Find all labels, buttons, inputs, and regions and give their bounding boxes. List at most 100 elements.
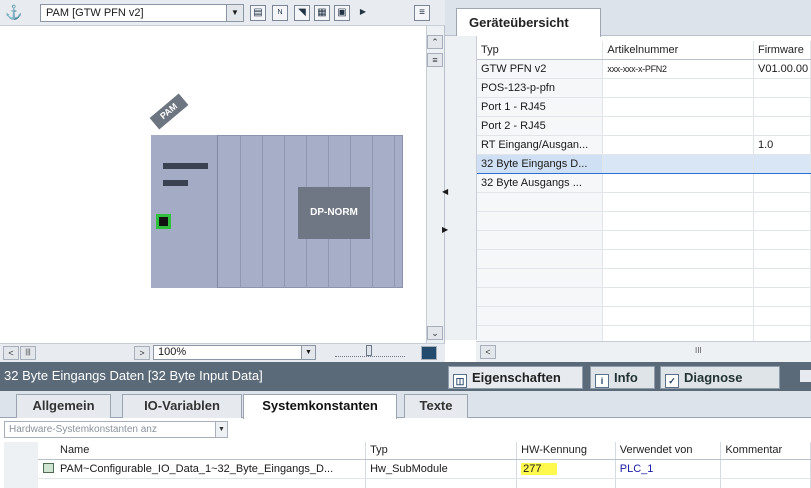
- device-view-vertical-scrollbar[interactable]: ⌃ ≡ ⌄: [426, 26, 444, 343]
- scroll-up-icon[interactable]: ⌃: [427, 35, 443, 49]
- table-row[interactable]: GTW PFN v2 xxx-xxx-x-PFN2 V01.00.00: [477, 59, 811, 79]
- scroll-right-icon[interactable]: >: [134, 346, 150, 360]
- cell-typ: [477, 249, 604, 269]
- table-row[interactable]: [477, 211, 811, 231]
- cell-artikelnummer: [602, 268, 754, 288]
- cell-name: PAM~Configurable_IO_Data_1~32_Byte_Einga…: [38, 459, 367, 479]
- cell-firmware: [753, 97, 811, 117]
- cell-typ: [477, 192, 604, 212]
- cell-verwendet-von[interactable]: PLC_1: [615, 459, 722, 479]
- column-header-kommentar[interactable]: Kommentar: [720, 442, 811, 460]
- cell-firmware: [753, 153, 811, 174]
- column-header-hw-kennung[interactable]: HW-Kennung: [516, 442, 616, 460]
- scrollbar-thumb-icon[interactable]: |||: [20, 346, 36, 360]
- cell-typ: [477, 268, 604, 288]
- network-icon[interactable]: ⚓: [5, 5, 22, 21]
- cell-typ: [477, 306, 604, 326]
- device-select[interactable]: PAM [GTW PFN v2] ▼: [40, 4, 244, 22]
- chevron-down-icon[interactable]: ▼: [301, 346, 315, 359]
- cell-typ: [477, 287, 604, 307]
- overview-toggle-icon[interactable]: ≡: [414, 5, 430, 21]
- subtab-systemkonstanten[interactable]: Systemkonstanten: [243, 394, 397, 419]
- table-row[interactable]: [477, 287, 811, 307]
- table-row[interactable]: [477, 306, 811, 326]
- cell-artikelnummer: [602, 287, 754, 307]
- panel-icon[interactable]: ▣: [334, 5, 350, 21]
- table-row[interactable]: PAM~Configurable_IO_Data_1~32_Byte_Einga…: [38, 459, 811, 479]
- slot-divider: [372, 135, 373, 288]
- tab-info[interactable]: i Info: [590, 366, 655, 389]
- table-row[interactable]: Port 1 - RJ45: [477, 97, 811, 117]
- scroll-down-icon[interactable]: ⌄: [427, 326, 443, 340]
- tab-eigenschaften[interactable]: ◫ Eigenschaften: [448, 366, 583, 389]
- systemconstants-row-gutter: [4, 442, 38, 488]
- table-row[interactable]: Port 2 - RJ45: [477, 116, 811, 136]
- column-header-typ[interactable]: Typ: [365, 442, 518, 460]
- more-arrow-icon[interactable]: ▶: [355, 5, 371, 21]
- cell-artikelnummer: [602, 173, 754, 193]
- chevron-down-icon[interactable]: ▼: [226, 5, 243, 21]
- column-header-verwendet-von[interactable]: Verwendet von: [615, 442, 722, 460]
- column-header-name[interactable]: Name: [38, 442, 367, 460]
- column-header-artikelnummer[interactable]: Artikelnummer: [602, 41, 754, 60]
- zoom-slider-thumb[interactable]: [366, 345, 372, 356]
- systemconstants-filter-select[interactable]: Hardware-Systemkonstanten anz ▼: [4, 421, 228, 438]
- cell-hw-kennung[interactable]: 277: [516, 459, 616, 479]
- slot-divider: [262, 135, 263, 288]
- subtab-io-variablen[interactable]: IO-Variablen: [122, 394, 242, 418]
- collapse-arrow-icon[interactable]: ◀: [442, 187, 448, 196]
- cell-artikelnummer: xxx-xxx-x-PFN2: [602, 59, 754, 79]
- subtab-texte[interactable]: Texte: [404, 394, 468, 418]
- zoom-select[interactable]: 100% ▼: [153, 345, 316, 360]
- cell-kommentar[interactable]: [720, 459, 811, 479]
- cell-artikelnummer: [602, 249, 754, 269]
- cell-artikelnummer: [602, 211, 754, 231]
- cell-name: [38, 478, 367, 488]
- plc-link[interactable]: PLC_1: [620, 463, 654, 475]
- dp-norm-module[interactable]: DP-NORM: [298, 187, 370, 239]
- inspector-title: 32 Byte Eingangs Daten [32 Byte Input Da…: [4, 368, 263, 383]
- overview-horizontal-scrollbar[interactable]: < III: [476, 341, 811, 362]
- column-header-firmware[interactable]: Firmware: [753, 41, 811, 60]
- cell-firmware: [753, 306, 811, 326]
- panel-options-icon[interactable]: [800, 370, 811, 382]
- filter-select-value: Hardware-Systemkonstanten anz: [9, 424, 157, 435]
- subtab-allgemein[interactable]: Allgemein: [16, 394, 111, 418]
- scrollbar-thumb[interactable]: III: [695, 346, 702, 355]
- table-row[interactable]: RT Eingang/Ausgan... 1.0: [477, 135, 811, 155]
- name-icon[interactable]: N: [272, 5, 288, 21]
- cell-kommentar: [720, 478, 811, 488]
- table-row[interactable]: [477, 268, 811, 288]
- zoom-region-icon[interactable]: ◥: [294, 5, 310, 21]
- device-overview-table: Typ Artikelnummer Firmware GTW PFN v2 xx…: [477, 41, 811, 345]
- table-row[interactable]: [477, 249, 811, 269]
- cell-typ: 32 Byte Ausgangs ...: [477, 173, 604, 193]
- table-row[interactable]: [38, 478, 811, 488]
- tab-device-overview[interactable]: Geräteübersicht: [456, 8, 601, 37]
- device-head-module[interactable]: [151, 135, 218, 288]
- cell-typ: GTW PFN v2: [477, 59, 604, 79]
- table-row[interactable]: 32 Byte Ausgangs ...: [477, 173, 811, 193]
- scroll-left-icon[interactable]: <: [3, 346, 19, 360]
- column-header-typ[interactable]: Typ: [477, 41, 604, 60]
- device-view-toolbar: ⚓ PAM [GTW PFN v2] ▼ ▤ N ◥ ▦ ▣ ▶ ≡: [0, 0, 445, 26]
- expand-arrow-icon[interactable]: ▶: [442, 225, 448, 234]
- fit-view-icon[interactable]: [421, 346, 437, 360]
- table-row[interactable]: POS-123-p-pfn: [477, 78, 811, 98]
- info-icon: i: [595, 374, 609, 388]
- cell-artikelnummer: [602, 153, 754, 174]
- table-header-row: Typ Artikelnummer Firmware: [477, 41, 811, 60]
- table-icon[interactable]: ▦: [314, 5, 330, 21]
- grid-icon[interactable]: ▤: [250, 5, 266, 21]
- chevron-down-icon[interactable]: ▼: [215, 422, 227, 437]
- scroll-menu-icon[interactable]: ≡: [427, 53, 443, 67]
- tab-diagnose[interactable]: ✓ Diagnose: [660, 366, 780, 389]
- tab-diagnose-label: Diagnose: [684, 370, 743, 385]
- table-row[interactable]: [477, 192, 811, 212]
- table-row-selected[interactable]: 32 Byte Eingangs D...: [477, 153, 811, 174]
- slot-divider: [394, 135, 395, 288]
- scroll-left-icon[interactable]: <: [480, 345, 496, 359]
- cell-firmware: [753, 249, 811, 269]
- table-row[interactable]: [477, 230, 811, 250]
- port-icon[interactable]: [156, 214, 171, 229]
